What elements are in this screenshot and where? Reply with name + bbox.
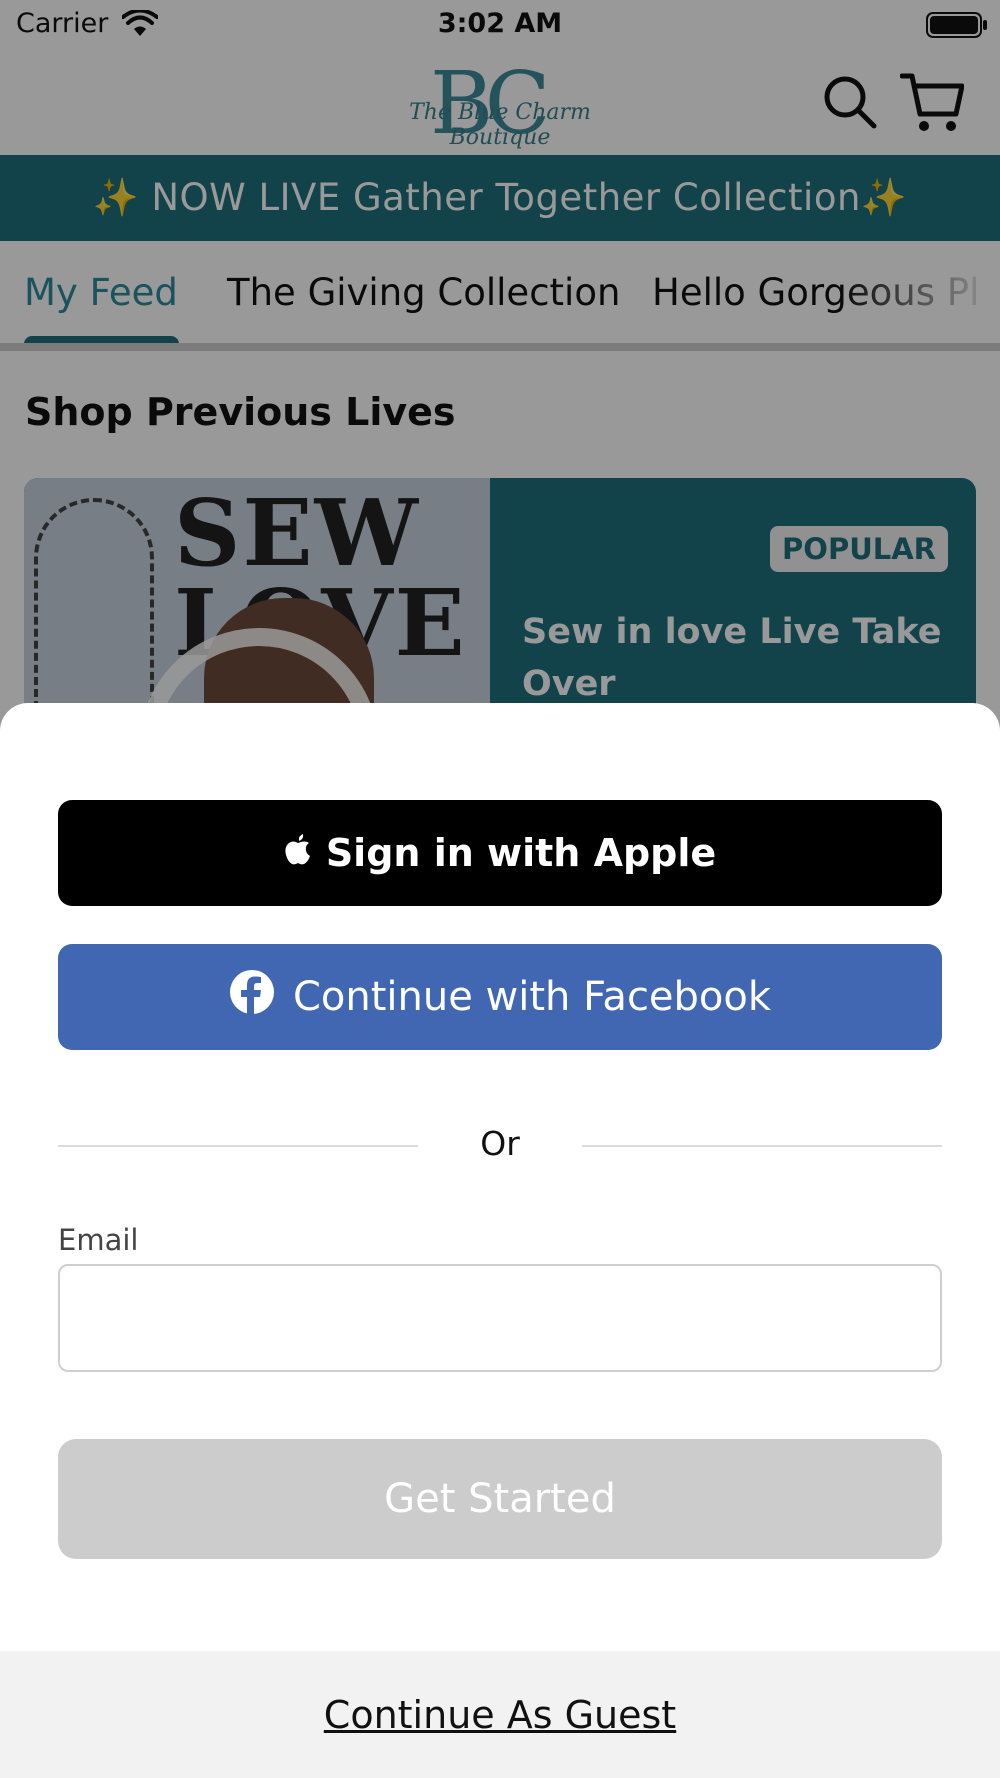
sign-in-with-apple-button[interactable]: Sign in with Apple [58,800,942,906]
email-field[interactable] [58,1264,942,1372]
sign-in-sheet: Sign in with Apple Continue with Faceboo… [0,703,1000,1778]
facebook-icon [229,969,275,1025]
divider-label: Or [480,1124,520,1163]
apple-icon [284,831,312,875]
get-started-label: Get Started [384,1476,616,1522]
continue-with-facebook-button[interactable]: Continue with Facebook [58,944,942,1050]
guest-footer: Continue As Guest [0,1651,1000,1778]
apple-button-label: Sign in with Apple [325,831,717,875]
or-divider: Or [58,1121,942,1171]
continue-as-guest-link[interactable]: Continue As Guest [324,1693,676,1737]
facebook-button-label: Continue with Facebook [292,974,772,1020]
get-started-button[interactable]: Get Started [58,1439,942,1559]
email-label: Email [58,1223,139,1257]
